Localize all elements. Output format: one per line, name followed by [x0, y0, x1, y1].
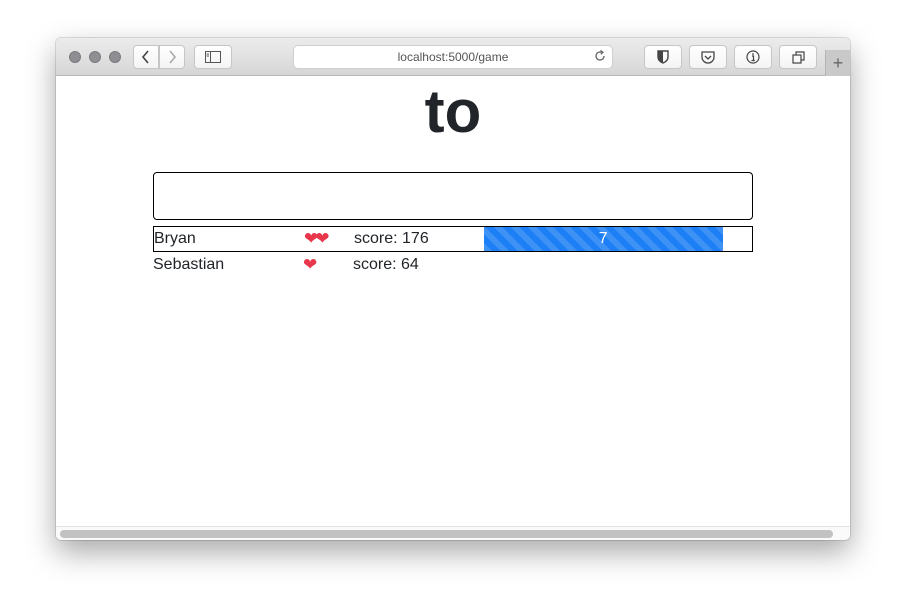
new-tab-button[interactable]: + — [825, 50, 850, 76]
chevron-right-icon — [169, 50, 177, 64]
forward-button[interactable] — [159, 45, 185, 69]
back-button[interactable] — [133, 45, 159, 69]
pocket-button[interactable] — [689, 45, 727, 69]
tabs-overview-button[interactable] — [779, 45, 817, 69]
shield-icon — [657, 50, 669, 64]
plus-icon: + — [832, 52, 844, 73]
close-window-button[interactable] — [69, 51, 81, 63]
sidebar-icon — [205, 51, 221, 63]
shield-extension-button[interactable] — [644, 45, 682, 69]
answer-input[interactable] — [153, 172, 753, 220]
sidebar-toggle-button[interactable] — [194, 45, 232, 69]
browser-window: localhost:5000/game + to Bryan ❤❤ score:… — [56, 38, 850, 540]
turn-timer-value: 7 — [598, 230, 608, 247]
reload-icon[interactable] — [594, 49, 606, 65]
info-icon — [746, 50, 760, 64]
tabs-icon — [791, 50, 805, 64]
pocket-icon — [701, 50, 715, 64]
turn-timer-fill: 7 — [484, 227, 723, 251]
chevron-left-icon — [141, 50, 149, 64]
url-text: localhost:5000/game — [397, 50, 509, 64]
horizontal-scrollbar[interactable] — [56, 526, 850, 540]
info-button[interactable] — [734, 45, 772, 69]
player-row: Bryan ❤❤ score: 176 7 — [153, 226, 753, 252]
scrollbar-thumb[interactable] — [60, 530, 833, 538]
page-content: to Bryan ❤❤ score: 176 7 Sebastian ❤ sco… — [56, 76, 850, 526]
current-word: to — [424, 78, 482, 145]
turn-timer-bar: 7 — [484, 227, 752, 251]
player-score: score: 64 — [353, 256, 419, 273]
player-row: Sebastian ❤ score: 64 — [153, 252, 753, 278]
lives-hearts-icon: ❤ — [303, 255, 317, 274]
browser-toolbar: localhost:5000/game + — [56, 38, 850, 76]
address-bar[interactable]: localhost:5000/game — [293, 45, 613, 69]
player-score: score: 176 — [354, 230, 429, 247]
minimize-window-button[interactable] — [89, 51, 101, 63]
player-name: Bryan — [154, 230, 196, 247]
lives-hearts-icon: ❤❤ — [304, 229, 330, 248]
player-name: Sebastian — [153, 256, 225, 273]
zoom-window-button[interactable] — [109, 51, 121, 63]
